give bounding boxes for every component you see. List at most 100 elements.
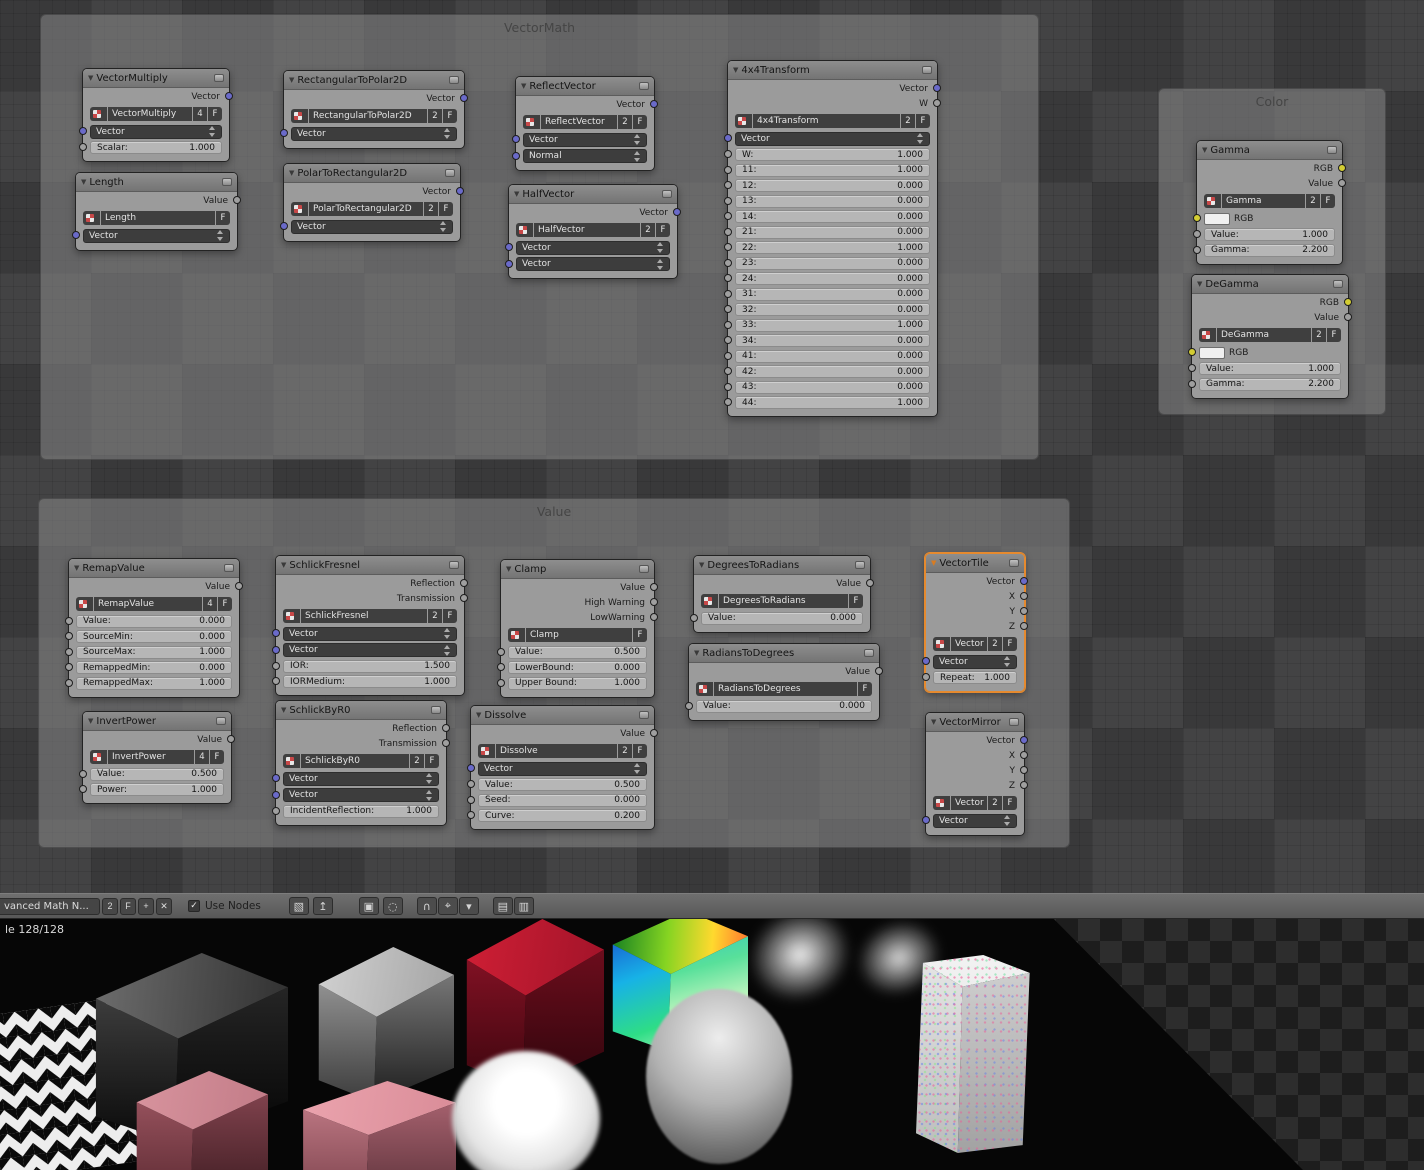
node-preview-icon[interactable] <box>222 178 232 186</box>
value-socket[interactable] <box>442 724 450 732</box>
node-Dissolve[interactable]: ▼DissolveValueDissolve2FVectorValue:0.50… <box>470 705 655 830</box>
id-browse-icon[interactable] <box>90 750 107 764</box>
number-field[interactable]: 12:0.000 <box>735 179 930 192</box>
vector-socket[interactable] <box>922 657 930 665</box>
vector-socket[interactable] <box>922 816 930 824</box>
id-browse-icon[interactable] <box>701 594 718 608</box>
number-field[interactable]: Gamma:2.200 <box>1199 378 1341 391</box>
number-field[interactable]: Value:0.500 <box>478 778 647 791</box>
collapse-icon[interactable]: ▼ <box>88 718 93 725</box>
node-header[interactable]: ▼RadiansToDegrees <box>689 644 879 663</box>
collapse-icon[interactable]: ▼ <box>281 707 286 714</box>
vector-socket[interactable] <box>724 134 732 142</box>
user-count-button[interactable]: 2 <box>424 202 438 216</box>
user-count-button[interactable]: 2 <box>901 114 915 128</box>
node-Gamma[interactable]: ▼GammaRGBValueGamma2FRGBValue:1.000Gamma… <box>1196 140 1343 265</box>
node-header[interactable]: ▼Dissolve <box>471 706 654 725</box>
fake-user-button[interactable]: F <box>916 114 930 128</box>
value-socket[interactable] <box>650 583 658 591</box>
input-menu[interactable]: Vector <box>291 127 457 141</box>
value-socket[interactable] <box>724 243 732 251</box>
operation-select[interactable]: PolarToRectangular2D <box>309 202 423 216</box>
value-socket[interactable] <box>1020 607 1028 615</box>
node-preview-icon[interactable] <box>431 706 441 714</box>
vector-socket[interactable] <box>272 629 280 637</box>
vector-socket[interactable] <box>272 791 280 799</box>
value-socket[interactable] <box>467 780 475 788</box>
node-VectorMultiply[interactable]: ▼VectorMultiplyVectorVectorMultiply4FVec… <box>82 68 230 162</box>
3d-viewport[interactable]: le 128/128 <box>0 919 1424 1170</box>
vector-socket[interactable] <box>512 135 520 143</box>
id-browse-icon[interactable] <box>83 211 100 225</box>
number-field[interactable]: SourceMin:0.000 <box>76 630 232 643</box>
value-socket[interactable] <box>1020 622 1028 630</box>
id-browse-icon[interactable] <box>523 115 540 129</box>
number-field[interactable]: 11:1.000 <box>735 164 930 177</box>
value-socket[interactable] <box>650 613 658 621</box>
fake-user-button[interactable]: F <box>633 628 647 642</box>
input-menu[interactable]: Vector <box>283 788 439 802</box>
number-field[interactable]: 41:0.000 <box>735 350 930 363</box>
value-socket[interactable] <box>724 383 732 391</box>
fake-user-button[interactable]: F <box>218 597 232 611</box>
value-socket[interactable] <box>650 729 658 737</box>
fake-user-button[interactable]: F <box>443 609 457 623</box>
node-header[interactable]: ▼Length <box>76 173 237 192</box>
node-header[interactable]: ▼VectorTile <box>926 554 1024 573</box>
node-preview-icon[interactable] <box>216 717 226 725</box>
collapse-icon[interactable]: ▼ <box>281 562 286 569</box>
user-count-button[interactable]: 2 <box>1306 194 1320 208</box>
input-menu[interactable]: Vector <box>523 133 647 147</box>
user-count-button[interactable]: 2 <box>618 744 632 758</box>
fake-user-button[interactable]: F <box>208 107 222 121</box>
collapse-icon[interactable]: ▼ <box>74 565 79 572</box>
value-socket[interactable] <box>875 667 883 675</box>
fake-user-button[interactable]: F <box>656 223 670 237</box>
node-preview-icon[interactable] <box>1009 718 1019 726</box>
node-4x4Transform[interactable]: ▼4x4TransformVectorW4x4Transform2FVector… <box>727 60 938 417</box>
value-socket[interactable] <box>724 398 732 406</box>
input-menu[interactable]: Vector <box>933 655 1017 669</box>
operation-select[interactable]: SchlickByR0 <box>301 754 409 768</box>
snap-dropdown-icon[interactable]: ▾ <box>459 897 479 915</box>
color-socket[interactable] <box>1338 164 1346 172</box>
value-socket[interactable] <box>272 677 280 685</box>
user-count-button[interactable]: 2 <box>428 109 442 123</box>
node-DegreesToRadians[interactable]: ▼DegreesToRadiansValueDegreesToRadiansFV… <box>693 555 871 633</box>
operation-select[interactable]: Length <box>101 211 215 225</box>
snap-mode-icon[interactable]: ⌖ <box>438 897 458 915</box>
operation-select[interactable]: HalfVector <box>534 223 640 237</box>
fake-user-button[interactable]: F <box>425 754 439 768</box>
ghost-icon[interactable]: ◌ <box>383 897 403 915</box>
collapse-icon[interactable]: ▼ <box>476 712 481 719</box>
number-field[interactable]: Gamma:2.200 <box>1204 244 1335 257</box>
value-socket[interactable] <box>233 196 241 204</box>
node-header[interactable]: ▼InvertPower <box>83 712 231 731</box>
value-socket[interactable] <box>272 807 280 815</box>
vector-socket[interactable] <box>79 127 87 135</box>
node-preview-icon[interactable] <box>864 649 874 657</box>
id-browse-icon[interactable] <box>933 796 950 810</box>
number-field[interactable]: Value:1.000 <box>1199 362 1341 375</box>
operation-select[interactable]: Vector <box>951 796 987 810</box>
value-socket[interactable] <box>922 673 930 681</box>
node-SchlickByR0[interactable]: ▼SchlickByR0ReflectionTransmissionSchlic… <box>275 700 447 826</box>
value-socket[interactable] <box>65 617 73 625</box>
collapse-icon[interactable]: ▼ <box>1197 281 1202 288</box>
collapse-icon[interactable]: ▼ <box>289 170 294 177</box>
fake-user-button[interactable]: F <box>633 744 647 758</box>
user-count-button[interactable]: 2 <box>618 115 632 129</box>
vector-socket[interactable] <box>460 94 468 102</box>
snap-magnet-icon[interactable]: ∩ <box>417 897 437 915</box>
fake-user-button[interactable]: F <box>1327 328 1341 342</box>
node-PolarToRectangular2D[interactable]: ▼PolarToRectangular2DVectorPolarToRectan… <box>283 163 461 242</box>
value-socket[interactable] <box>272 662 280 670</box>
vector-socket[interactable] <box>1020 577 1028 585</box>
node-header[interactable]: ▼DegreesToRadians <box>694 556 870 575</box>
fake-user-button[interactable]: F <box>120 898 136 915</box>
fake-user-button[interactable]: F <box>849 594 863 608</box>
node-header[interactable]: ▼Clamp <box>501 560 654 579</box>
number-field[interactable]: 23:0.000 <box>735 257 930 270</box>
value-socket[interactable] <box>685 702 693 710</box>
user-count-button[interactable]: 2 <box>428 609 442 623</box>
